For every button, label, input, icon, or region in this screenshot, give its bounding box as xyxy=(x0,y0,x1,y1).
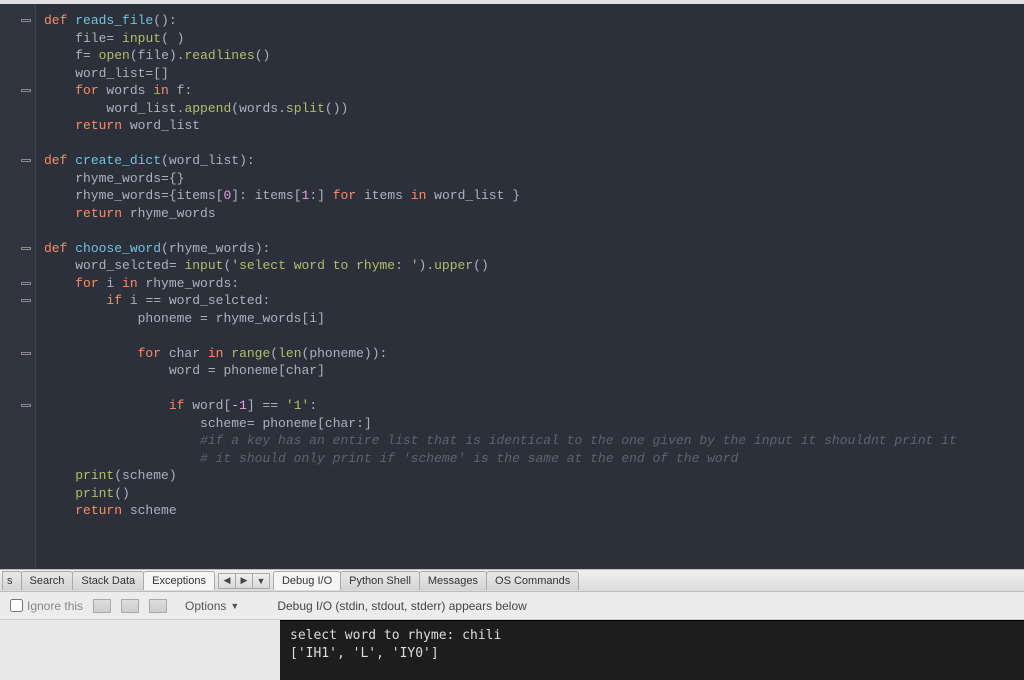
code-line: return scheme xyxy=(44,502,1024,520)
tabs-row: s Search Stack Data Exceptions ◀ ▶ ▼ Deb… xyxy=(0,570,1024,592)
fold-marker xyxy=(0,222,35,240)
tab-messages[interactable]: Messages xyxy=(419,571,487,590)
code-line: word_list.append(words.split()) xyxy=(44,100,1024,118)
tab-nav-arrows: ◀ ▶ ▼ xyxy=(218,573,269,589)
fold-marker[interactable] xyxy=(0,345,35,363)
fold-dash-icon xyxy=(21,89,31,92)
fold-marker xyxy=(0,467,35,485)
mini-button-2[interactable] xyxy=(121,599,139,613)
tab-prev-button[interactable]: ◀ xyxy=(218,573,236,589)
fold-marker xyxy=(0,30,35,48)
code-line: return rhyme_words xyxy=(44,205,1024,223)
code-line: file= input( ) xyxy=(44,30,1024,48)
code-area[interactable]: def reads_file(): file= input( ) f= open… xyxy=(36,4,1024,569)
fold-dash-icon xyxy=(21,352,31,355)
code-line: if i == word_selcted: xyxy=(44,292,1024,310)
code-line xyxy=(44,135,1024,153)
fold-marker xyxy=(0,327,35,345)
console-line-1: select word to rhyme: chili xyxy=(290,628,501,643)
fold-marker[interactable] xyxy=(0,82,35,100)
fold-marker xyxy=(0,450,35,468)
code-line: print(scheme) xyxy=(44,467,1024,485)
fold-marker[interactable] xyxy=(0,12,35,30)
tab-os-commands[interactable]: OS Commands xyxy=(486,571,579,590)
console-line-2: ['IH1', 'L', 'IY0'] xyxy=(290,646,439,661)
code-line: return word_list xyxy=(44,117,1024,135)
fold-dash-icon xyxy=(21,19,31,22)
code-line xyxy=(44,222,1024,240)
ignore-checkbox-input[interactable] xyxy=(10,599,23,612)
code-line: word_selcted= input('select word to rhym… xyxy=(44,257,1024,275)
fold-dash-icon xyxy=(21,247,31,250)
fold-marker xyxy=(0,100,35,118)
options-button[interactable]: Options ▼ xyxy=(177,597,247,615)
code-editor: def reads_file(): file= input( ) f= open… xyxy=(0,0,1024,569)
code-line: if word[-1] == '1': xyxy=(44,397,1024,415)
code-line: def create_dict(word_list): xyxy=(44,152,1024,170)
code-line: word_list=[] xyxy=(44,65,1024,83)
chevron-down-icon: ▼ xyxy=(230,601,239,611)
code-line: rhyme_words={items[0]: items[1:] for ite… xyxy=(44,187,1024,205)
code-line: rhyme_words={} xyxy=(44,170,1024,188)
code-line: for char in range(len(phoneme)): xyxy=(44,345,1024,363)
fold-marker xyxy=(0,117,35,135)
fold-marker xyxy=(0,362,35,380)
fold-marker xyxy=(0,485,35,503)
fold-marker xyxy=(0,257,35,275)
tab-search[interactable]: Search xyxy=(21,571,74,590)
fold-gutter xyxy=(0,4,36,569)
fold-dash-icon xyxy=(21,159,31,162)
options-label: Options xyxy=(185,599,226,613)
fold-dash-icon xyxy=(21,282,31,285)
code-line: phoneme = rhyme_words[i] xyxy=(44,310,1024,328)
fold-marker[interactable] xyxy=(0,152,35,170)
ignore-this-checkbox[interactable]: Ignore this xyxy=(10,599,83,613)
tab-exceptions[interactable]: Exceptions xyxy=(143,571,215,590)
fold-marker xyxy=(0,310,35,328)
code-line xyxy=(44,380,1024,398)
fold-dash-icon xyxy=(21,299,31,302)
code-line: # it should only print if 'scheme' is th… xyxy=(44,450,1024,468)
mini-button-1[interactable] xyxy=(93,599,111,613)
options-row: Ignore this Options ▼ Debug I/O (stdin, … xyxy=(0,592,1024,620)
bottom-panel: s Search Stack Data Exceptions ◀ ▶ ▼ Deb… xyxy=(0,569,1024,680)
tab-stack-data[interactable]: Stack Data xyxy=(72,571,144,590)
fold-marker xyxy=(0,205,35,223)
fold-dash-icon xyxy=(21,404,31,407)
fold-marker xyxy=(0,415,35,433)
tab-cut[interactable]: s xyxy=(2,571,22,590)
tab-debug-io[interactable]: Debug I/O xyxy=(273,571,341,590)
fold-marker xyxy=(0,187,35,205)
fold-marker xyxy=(0,135,35,153)
code-line: word = phoneme[char] xyxy=(44,362,1024,380)
tab-dropdown-button[interactable]: ▼ xyxy=(252,573,270,589)
ignore-label: Ignore this xyxy=(27,599,83,613)
debug-console[interactable]: select word to rhyme: chili ['IH1', 'L',… xyxy=(280,620,1024,680)
code-line: for words in f: xyxy=(44,82,1024,100)
mini-button-3[interactable] xyxy=(149,599,167,613)
code-line: scheme= phoneme[char:] xyxy=(44,415,1024,433)
fold-marker xyxy=(0,380,35,398)
code-line: f= open(file).readlines() xyxy=(44,47,1024,65)
code-line: #if a key has an entire list that is ide… xyxy=(44,432,1024,450)
code-line xyxy=(44,327,1024,345)
fold-marker xyxy=(0,502,35,520)
fold-marker xyxy=(0,170,35,188)
fold-marker xyxy=(0,47,35,65)
fold-marker[interactable] xyxy=(0,240,35,258)
fold-marker[interactable] xyxy=(0,292,35,310)
code-line: def reads_file(): xyxy=(44,12,1024,30)
tab-next-button[interactable]: ▶ xyxy=(235,573,253,589)
code-line: print() xyxy=(44,485,1024,503)
fold-marker xyxy=(0,65,35,83)
code-line: for i in rhyme_words: xyxy=(44,275,1024,293)
fold-marker xyxy=(0,432,35,450)
fold-marker[interactable] xyxy=(0,397,35,415)
debug-io-description: Debug I/O (stdin, stdout, stderr) appear… xyxy=(277,599,526,613)
fold-marker[interactable] xyxy=(0,275,35,293)
code-line: def choose_word(rhyme_words): xyxy=(44,240,1024,258)
tab-python-shell[interactable]: Python Shell xyxy=(340,571,420,590)
